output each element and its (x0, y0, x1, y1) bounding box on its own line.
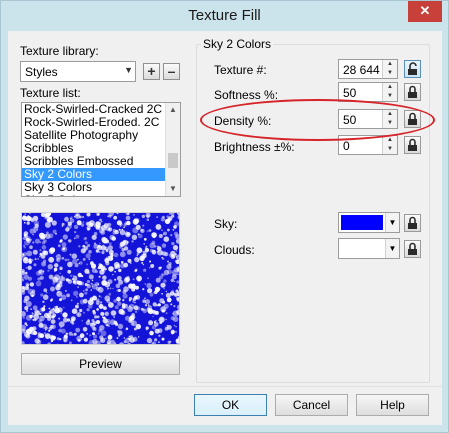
density-label: Density %: (214, 114, 272, 128)
density-value: 50 (343, 113, 357, 127)
spin-down-icon[interactable]: ▼ (383, 119, 397, 128)
chevron-down-icon: ▼ (124, 65, 133, 75)
texture-library-select[interactable]: Styles ▼ (20, 61, 136, 82)
window-title: Texture Fill (188, 7, 261, 24)
texture-number-lock-button[interactable] (404, 60, 421, 78)
spin-up-icon[interactable]: ▲ (383, 83, 397, 92)
brightness-value: 0 (343, 139, 350, 153)
clouds-color-label: Clouds: (214, 243, 255, 257)
brightness-label: Brightness ±%: (214, 140, 295, 154)
lock-icon (408, 216, 417, 229)
brightness-arrows[interactable]: ▲ ▼ (382, 136, 397, 154)
dialog-client: Texture library: Styles ▼ + – Texture li… (8, 31, 442, 425)
spin-up-icon[interactable]: ▲ (383, 136, 397, 145)
footer-divider (8, 386, 442, 387)
texture-list[interactable]: Rock-Swirled-Cracked 2C Rock-Swirled-Erod… (21, 102, 181, 197)
unlock-icon (408, 62, 417, 75)
texture-list-label: Texture list: (20, 86, 81, 100)
texture-number-stepper[interactable]: 28 644 ▲ ▼ (338, 59, 398, 79)
help-button[interactable]: Help (356, 394, 429, 416)
spin-up-icon[interactable]: ▲ (383, 110, 397, 119)
softness-value: 50 (343, 86, 357, 100)
density-stepper[interactable]: 50 ▲ ▼ (338, 109, 398, 129)
lock-icon (408, 85, 417, 98)
parameters-group-title: Sky 2 Colors (201, 37, 274, 51)
spin-down-icon[interactable]: ▼ (383, 145, 397, 154)
texture-list-items: Rock-Swirled-Cracked 2C Rock-Swirled-Erod… (22, 103, 180, 197)
texture-number-value: 28 644 (343, 63, 380, 77)
sky-color-picker[interactable]: ▼ (338, 212, 400, 233)
softness-lock-button[interactable] (404, 83, 421, 101)
sky-color-swatch (341, 215, 383, 230)
density-lock-button[interactable] (404, 110, 421, 128)
sky-color-label: Sky: (214, 217, 238, 231)
texture-preview-svg (22, 213, 179, 344)
texture-library-label: Texture library: (20, 44, 99, 58)
texture-list-scrollbar[interactable]: ▲ ▼ (165, 103, 180, 196)
spin-up-icon[interactable]: ▲ (383, 60, 397, 69)
lock-icon (408, 138, 417, 151)
scroll-up-icon[interactable]: ▲ (166, 103, 180, 117)
scroll-down-icon[interactable]: ▼ (166, 182, 180, 196)
sky-lock-button[interactable] (404, 214, 421, 232)
softness-stepper[interactable]: 50 ▲ ▼ (338, 82, 398, 102)
texture-fill-dialog: Texture Fill ✕ Texture library: Styles ▼… (0, 0, 449, 433)
add-library-button[interactable]: + (143, 63, 160, 80)
texture-number-label: Texture #: (214, 63, 267, 77)
spin-down-icon[interactable]: ▼ (383, 92, 397, 101)
texture-library-value: Styles (25, 65, 58, 79)
texture-list-item[interactable]: Sky 5 Colors (22, 194, 180, 197)
softness-arrows[interactable]: ▲ ▼ (382, 83, 397, 101)
clouds-lock-button[interactable] (404, 240, 421, 258)
brightness-stepper[interactable]: 0 ▲ ▼ (338, 135, 398, 155)
scrollbar-thumb[interactable] (168, 153, 178, 168)
close-button[interactable]: ✕ (408, 1, 442, 22)
spin-down-icon[interactable]: ▼ (383, 69, 397, 78)
lock-icon (408, 242, 417, 255)
softness-label: Softness %: (214, 88, 279, 102)
title-bar: Texture Fill ✕ (1, 1, 448, 31)
chevron-down-icon[interactable]: ▼ (385, 213, 399, 232)
density-arrows[interactable]: ▲ ▼ (382, 110, 397, 128)
lock-icon (408, 112, 417, 125)
clouds-color-swatch (341, 241, 383, 256)
brightness-lock-button[interactable] (404, 136, 421, 154)
texture-number-arrows[interactable]: ▲ ▼ (382, 60, 397, 78)
chevron-down-icon[interactable]: ▼ (385, 239, 399, 258)
remove-library-button[interactable]: – (163, 63, 180, 80)
cancel-button[interactable]: Cancel (275, 394, 348, 416)
clouds-color-picker[interactable]: ▼ (338, 238, 400, 259)
ok-button[interactable]: OK (194, 394, 267, 416)
preview-button[interactable]: Preview (21, 353, 180, 375)
texture-preview-image (21, 212, 180, 345)
